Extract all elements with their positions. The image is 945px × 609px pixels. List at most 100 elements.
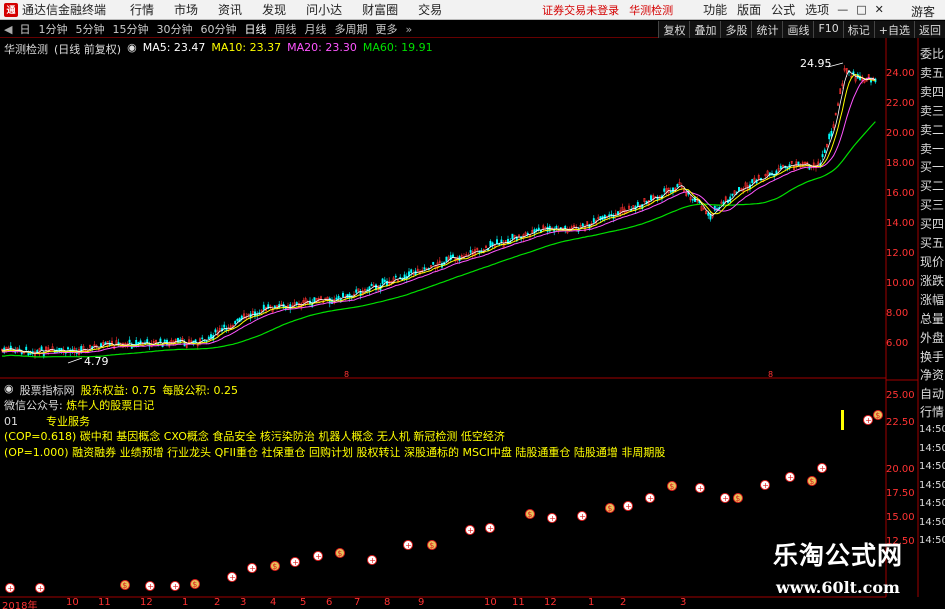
candle-body (828, 133, 831, 140)
kline-chart[interactable]: + + $ + + $++ $ ++ $++ $+ +$ + +$ ++$ ++ $++ $++$ 8 8 (0, 0, 945, 609)
y-tick: 22.00 (886, 98, 915, 109)
quote-panel: 委比 卖五 卖四 卖三 卖二 卖一 买一 买二 买三 买四 买五 现价 涨跌 涨… (919, 45, 945, 385)
candle-body (210, 334, 212, 338)
x-tick: 5 (300, 597, 307, 608)
candle-body (100, 343, 102, 347)
candle-body (214, 329, 217, 333)
candle-body (313, 297, 316, 302)
candle-body (25, 346, 28, 350)
candle-body (691, 199, 694, 201)
service-no: 01 (4, 414, 18, 428)
y-tick: 20.00 (886, 464, 915, 475)
y-tick: 10.00 (886, 278, 915, 289)
indicator-header: ◉ 股票指标网 股东权益: 0.75 每股公积: 0.25 (4, 382, 238, 398)
signal-mark-label: + (369, 556, 376, 565)
tick-time: 14:50 (919, 424, 945, 435)
candle-body (40, 346, 43, 351)
x-tick: 6 (326, 597, 333, 608)
x-tick: 12 (140, 597, 153, 608)
signal-mark-label: + (405, 541, 412, 550)
candle-body (650, 195, 652, 201)
candle-body (491, 242, 494, 246)
quote-label: 卖三 (919, 103, 944, 118)
quote-label: 卖五 (919, 65, 944, 80)
candle-body (223, 324, 226, 328)
auto-label[interactable]: 自动 (919, 385, 945, 403)
indicator-gear-icon[interactable]: ◉ (4, 382, 14, 398)
signal-mark-label: + (579, 512, 586, 521)
candle-body (821, 154, 824, 158)
candle-body (337, 295, 340, 299)
signal-mark-label: + (7, 584, 14, 593)
candle-body (432, 261, 435, 265)
feature-line: (OP=1.000) 融资融券 业绩预增 行业龙头 QFII重仓 社保重仓 回购… (4, 445, 666, 459)
wechat-value: 炼牛人的股票日记 (66, 399, 155, 412)
x-tick: 7 (354, 597, 361, 608)
y-tick: 8.00 (886, 308, 909, 319)
svg-text:8: 8 (344, 370, 349, 379)
candle-body (295, 302, 298, 305)
x-tick: 2 (214, 597, 221, 608)
candle-body (663, 188, 666, 192)
candle-body (555, 226, 558, 228)
quote-label: 买二 (919, 179, 944, 194)
x-tick: 9 (418, 597, 425, 608)
x-tick: 8 (384, 597, 391, 608)
low-price-label: 4.79 (84, 355, 109, 368)
signal-mark-label: + (229, 573, 236, 582)
candle-body (410, 269, 413, 273)
candle-body (707, 212, 710, 216)
y-tick: 20.00 (886, 128, 915, 139)
candle-body (526, 232, 529, 235)
candle-body (489, 241, 492, 247)
x-tick: 2 (620, 597, 627, 608)
y-tick: 6.00 (886, 338, 909, 349)
high-price-label: 24.95 (800, 57, 832, 70)
watermark-url: www.60lt.com (776, 578, 900, 597)
candle-body (370, 284, 373, 287)
candle-body (830, 131, 833, 137)
candle-body (500, 239, 503, 243)
equity-value: 股东权益: 0.75 (80, 384, 157, 397)
candle-body (823, 149, 826, 153)
signal-mark-label: + (249, 564, 256, 573)
signal-mark-label: + (172, 582, 179, 591)
quote-label: 卖四 (919, 84, 944, 99)
candle-body (273, 305, 276, 308)
candle-body (383, 279, 386, 282)
y-tick: 18.00 (886, 158, 915, 169)
signal-mark-label: $ (192, 580, 197, 589)
signal-mark-label: + (787, 473, 794, 482)
tick-time: 14:50 (919, 498, 945, 509)
candle-body (335, 297, 338, 300)
indicator-text: 微信公众号: 炼牛人的股票日记 01 专业服务 (COP=0.618) 碳中和 … (4, 398, 665, 460)
indicator-top-tick2: 22.50 (886, 417, 915, 428)
x-tick: 12 (544, 597, 557, 608)
signal-mark-label: + (722, 494, 729, 503)
wechat-label: 微信公众号: (4, 399, 63, 412)
candle-body (342, 292, 344, 297)
candle-body (67, 347, 69, 350)
y-tick: 17.50 (886, 488, 915, 499)
signal-mark-label: + (467, 526, 474, 535)
candle-body (581, 223, 584, 227)
auto-quote-panel: 自动 行情 14:50 14:50 14:50 14:50 14:50 14:5… (919, 385, 945, 551)
signal-mark-label: $ (809, 477, 814, 486)
x-tick: 3 (680, 597, 687, 608)
candle-body (201, 337, 204, 340)
candle-body (381, 278, 384, 284)
candle-body (469, 250, 472, 253)
signal-mark-label: + (487, 524, 494, 533)
indicator-name[interactable]: 股票指标网 (20, 382, 75, 398)
signal-mark-label: + (819, 464, 826, 473)
quote-label: 涨幅 (919, 292, 944, 307)
signal-mark-label: + (292, 558, 299, 567)
y-tick: 16.00 (886, 188, 915, 199)
candle-body (234, 321, 237, 324)
candle-body (146, 339, 149, 343)
candle-body (163, 339, 166, 342)
x-tick: 4 (270, 597, 277, 608)
x-tick: 11 (98, 597, 111, 608)
auto-label[interactable]: 行情 (919, 403, 945, 421)
indicator-top-tick: 25.00 (886, 390, 915, 401)
